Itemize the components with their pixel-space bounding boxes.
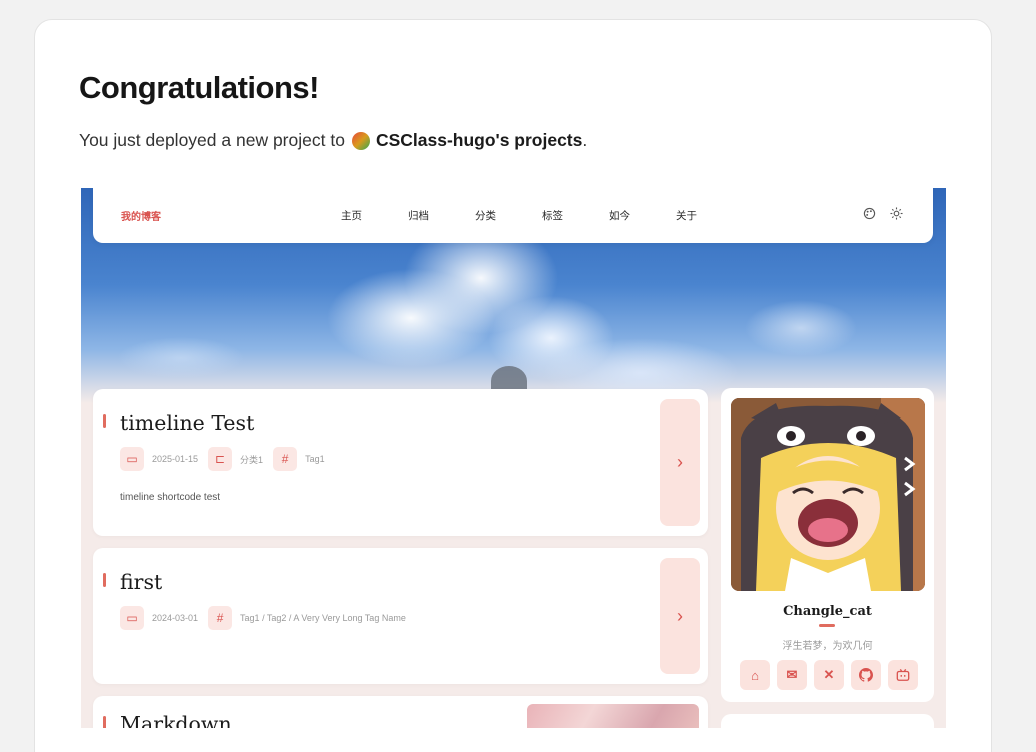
post-card: first ▭ 2024-03-01 # Tag1 / Tag2 / A Ver… bbox=[93, 548, 708, 684]
post-title: Markdown bbox=[120, 712, 232, 728]
post-cover-image bbox=[527, 704, 699, 728]
post-tags: Tag1 / Tag2 / A Very Very Long Tag Name bbox=[240, 613, 406, 623]
nav-link-archive: 归档 bbox=[408, 210, 429, 222]
deploy-message: You just deployed a new project to CSCla… bbox=[79, 130, 587, 151]
home-icon: ⌂ bbox=[740, 660, 770, 690]
post-category: 分类1 bbox=[240, 454, 264, 465]
profile-social-links: ⌂ ✉ ✕ bbox=[740, 660, 918, 690]
nav-link-categories: 分类 bbox=[475, 210, 496, 222]
post-excerpt: timeline shortcode test bbox=[120, 492, 221, 503]
deploy-message-prefix: You just deployed a new project to bbox=[79, 130, 345, 150]
nav-link-about: 关于 bbox=[676, 210, 697, 222]
preview-brand: 我的博客 bbox=[121, 212, 161, 223]
post-open-arrow-icon: › bbox=[660, 558, 700, 674]
profile-name-underline bbox=[819, 624, 835, 627]
mail-icon: ✉ bbox=[777, 660, 807, 690]
bilibili-icon bbox=[888, 660, 918, 690]
post-title-marker bbox=[103, 716, 106, 728]
sun-icon bbox=[890, 207, 903, 223]
post-date: 2024-03-01 bbox=[152, 613, 199, 623]
post-title-marker bbox=[103, 573, 106, 587]
profile-motto: 浮生若梦，为欢几何 bbox=[782, 641, 873, 652]
post-open-arrow-icon: › bbox=[660, 399, 700, 526]
post-card: Markdown bbox=[93, 696, 708, 728]
post-title: first bbox=[120, 570, 163, 594]
site-preview-screenshot[interactable]: 我的博客 主页 归档 分类 标签 如今 关于 timeline Test ▭ 2… bbox=[81, 188, 946, 728]
hash-icon: # bbox=[273, 447, 298, 471]
profile-card: Changle_cat 浮生若梦，为欢几何 ⌂ ✉ ✕ bbox=[721, 388, 934, 702]
github-icon bbox=[851, 660, 881, 690]
post-title-marker bbox=[103, 414, 106, 428]
page-title: Congratulations! bbox=[79, 70, 320, 105]
profile-avatar bbox=[731, 398, 925, 591]
post-date: 2025-01-15 bbox=[152, 454, 199, 464]
preview-nav-icons bbox=[863, 207, 903, 223]
preview-nav-links: 主页 归档 分类 标签 如今 关于 bbox=[341, 208, 743, 223]
palette-icon bbox=[863, 207, 876, 223]
x-icon: ✕ bbox=[814, 660, 844, 690]
folder-icon: ⊏ bbox=[208, 447, 233, 471]
team-avatar bbox=[351, 131, 370, 150]
nav-link-tags: 标签 bbox=[542, 210, 563, 222]
deploy-card: Congratulations! You just deployed a new… bbox=[34, 19, 992, 752]
post-title: timeline Test bbox=[120, 411, 255, 435]
post-meta: ▭ 2024-03-01 # Tag1 / Tag2 / A Very Very… bbox=[120, 606, 416, 630]
deploy-message-suffix: . bbox=[582, 130, 588, 150]
sidebar-widget bbox=[721, 714, 934, 728]
calendar-icon: ▭ bbox=[120, 606, 144, 630]
team-name[interactable]: CSClass-hugo's projects bbox=[376, 130, 582, 151]
calendar-icon: ▭ bbox=[120, 447, 144, 471]
post-tags: Tag1 bbox=[305, 454, 325, 464]
nav-link-now: 如今 bbox=[609, 210, 630, 222]
preview-navbar: 我的博客 主页 归档 分类 标签 如今 关于 bbox=[93, 188, 933, 243]
post-meta: ▭ 2025-01-15 ⊏ 分类1 # Tag1 bbox=[120, 447, 335, 471]
nav-link-home: 主页 bbox=[341, 210, 362, 222]
post-card: timeline Test ▭ 2025-01-15 ⊏ 分类1 # Tag1 … bbox=[93, 389, 708, 536]
profile-name: Changle_cat bbox=[783, 604, 872, 619]
hash-icon: # bbox=[208, 606, 233, 630]
